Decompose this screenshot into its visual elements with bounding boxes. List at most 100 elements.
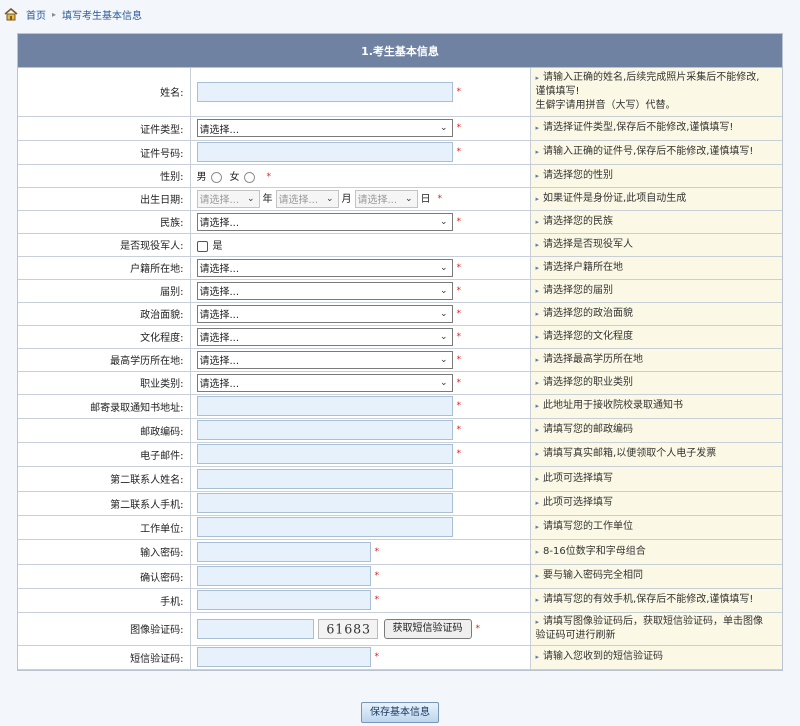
tip-text: 如果证件是身份证,此项自动生成: [543, 192, 687, 204]
breadcrumb-separator-icon: ▸: [52, 9, 57, 19]
select-dropdown[interactable]: 请选择... ⌄: [196, 327, 453, 346]
breadcrumb-home-link[interactable]: 首页: [26, 7, 46, 22]
field-tip: ▸ 如果证件是身份证,此项自动生成: [529, 186, 782, 211]
radio-button[interactable]: [243, 171, 255, 183]
date-select[interactable]: 请选择... ⌄: [196, 189, 260, 208]
arrow-right-icon: ▸: [535, 355, 540, 364]
form-row: 性别: 男 女 * ▸ 请选择您的性别: [18, 163, 782, 188]
select-dropdown[interactable]: 请选择... ⌄: [196, 304, 453, 323]
field-tip: ▸ 此项可选择填写: [529, 490, 782, 516]
home-icon[interactable]: [4, 7, 18, 21]
required-mark: *: [437, 193, 443, 204]
required-mark: *: [374, 546, 380, 557]
date-unit: 日: [420, 193, 431, 205]
field-cell: *: [189, 563, 531, 589]
tip-text: 请选择您的民族: [543, 215, 614, 227]
field-label: 输入密码:: [18, 538, 191, 565]
form-row: 届别: 请选择... ⌄ * ▸ 请选择您的届别: [18, 278, 782, 303]
tip-line: ▸ 请输入正确的证件号,保存后不能修改,谨慎填写!: [536, 145, 778, 159]
tip-text: 请填写真实邮箱,以便领取个人电子发票: [543, 448, 717, 459]
select-dropdown[interactable]: 请选择... ⌄: [196, 281, 453, 300]
tip-line: ▸ 请选择您的性别: [536, 169, 778, 183]
field-cell: *: [189, 644, 531, 670]
field-label: 户籍所在地:: [18, 255, 191, 280]
tip-text: 请填写您的有效手机,保存后不能修改,谨慎填写!: [543, 594, 754, 605]
select-value: 请选择...: [357, 195, 398, 206]
select-dropdown[interactable]: 请选择... ⌄: [196, 119, 453, 137]
form-row: 最高学历所在地: 请选择... ⌄ * ▸ 请选择最高学历所在地: [18, 347, 782, 372]
tip-line: ▸ 请选择您的政治面貌: [536, 307, 778, 321]
radio-button[interactable]: [210, 171, 222, 183]
required-mark: *: [456, 449, 462, 459]
field-label: 短信验证码:: [18, 644, 191, 670]
required-mark: *: [456, 401, 462, 411]
field-cell: [189, 490, 531, 516]
radio-label: 男: [196, 172, 207, 183]
text-input[interactable]: [196, 396, 453, 416]
date-select[interactable]: 请选择... ⌄: [354, 189, 418, 208]
chevron-down-icon: ⌄: [439, 216, 448, 227]
tip-text: 请输入正确的证件号,保存后不能修改,谨慎填写!: [543, 146, 754, 157]
text-input[interactable]: [196, 142, 453, 162]
field-label: 确认密码:: [18, 563, 191, 589]
basic-info-form: 1.考生基本信息 姓名: * ▸ 请输入正确的姓名,后续完成照片采集后不能修改, 谨慎填…: [17, 33, 783, 671]
form-row: 是否现役军人: 是 ▸ 请选择是否现役军人: [18, 232, 782, 257]
text-input[interactable]: [196, 468, 453, 489]
select-dropdown[interactable]: 请选择... ⌄: [196, 350, 453, 369]
captcha-image[interactable]: 61683: [317, 618, 378, 639]
save-basic-info-button[interactable]: 保存基本信息: [361, 702, 439, 723]
text-input[interactable]: [196, 444, 453, 464]
required-mark: *: [456, 354, 462, 365]
form-row: 确认密码: * ▸ 要与输入密码完全相同: [18, 563, 782, 589]
select-dropdown[interactable]: 请选择... ⌄: [196, 373, 453, 392]
required-mark: *: [456, 308, 462, 319]
tip-text: 请填写您的工作单位: [543, 521, 634, 532]
field-cell: *: [189, 417, 531, 443]
text-input[interactable]: [196, 81, 453, 102]
field-cell: *: [189, 441, 531, 467]
field-tip: ▸ 请选择您的职业类别: [529, 370, 782, 395]
arrow-right-icon: ▸: [535, 194, 540, 203]
text-input[interactable]: [196, 420, 453, 440]
tip-text: 请输入正确的姓名,后续完成照片采集后不能修改,: [543, 71, 760, 83]
arrow-right-icon: ▸: [535, 596, 540, 604]
form-row: 出生日期: 请选择... ⌄ 年请选择... ⌄ 月请选择... ⌄ 日 * ▸ 如果证件是身份证,…: [18, 186, 782, 211]
text-input[interactable]: [196, 590, 371, 610]
text-input[interactable]: [196, 541, 371, 562]
tip-line: ▸ 此项可选择填写: [536, 472, 778, 486]
select-value: 请选择...: [199, 264, 240, 275]
tip-text: 谨慎填写!: [535, 85, 580, 97]
tip-line: ▸ 请输入正确的姓名,后续完成照片采集后不能修改,: [536, 71, 778, 85]
field-label: 手机:: [18, 587, 191, 613]
tip-line: ▸ 请选择您的民族: [536, 215, 778, 229]
field-cell: 请选择... ⌄ *: [189, 115, 531, 141]
arrow-right-icon: ▸: [535, 653, 540, 661]
required-mark: *: [456, 123, 462, 133]
required-mark: *: [475, 623, 481, 634]
select-value: 请选择...: [199, 195, 240, 206]
arrow-right-icon: ▸: [535, 474, 540, 483]
get-sms-code-button[interactable]: 获取短信验证码: [383, 618, 472, 639]
tip-line: ▸ 此地址用于接收院校录取通知书: [536, 399, 778, 413]
field-tip: ▸ 请输入正确的姓名,后续完成照片采集后不能修改, 谨慎填写! 生僻字请用拼音（大写）…: [529, 68, 782, 117]
text-input[interactable]: [196, 566, 371, 586]
tip-line: ▸ 请填写真实邮箱,以便领取个人电子发票: [536, 447, 778, 461]
select-dropdown[interactable]: 请选择... ⌄: [196, 212, 453, 231]
form-row: 手机: * ▸ 请填写您的有效手机,保存后不能修改,谨慎填写!: [18, 587, 782, 613]
text-input[interactable]: [196, 647, 371, 667]
field-label: 工作单位:: [18, 514, 191, 540]
captcha-input[interactable]: [196, 618, 314, 639]
date-select[interactable]: 请选择... ⌄: [275, 189, 339, 208]
text-input[interactable]: [196, 493, 453, 513]
field-cell: [189, 514, 531, 540]
chevron-down-icon: ⌄: [439, 123, 448, 133]
text-input[interactable]: [196, 517, 453, 537]
tip-text: 请选择证件类型,保存后不能修改,谨慎填写!: [543, 122, 734, 133]
field-cell: [189, 465, 531, 492]
tip-line: ▸ 请填写图像验证码后，获取短信验证码，单击图像: [536, 615, 778, 629]
select-dropdown[interactable]: 请选择... ⌄: [196, 258, 453, 277]
breadcrumb-current[interactable]: 填写考生基本信息: [62, 7, 142, 22]
checkbox[interactable]: [196, 240, 208, 252]
tip-line: ▸ 请填写您的邮政编码: [536, 423, 778, 437]
chevron-down-icon: ⌄: [439, 377, 448, 388]
